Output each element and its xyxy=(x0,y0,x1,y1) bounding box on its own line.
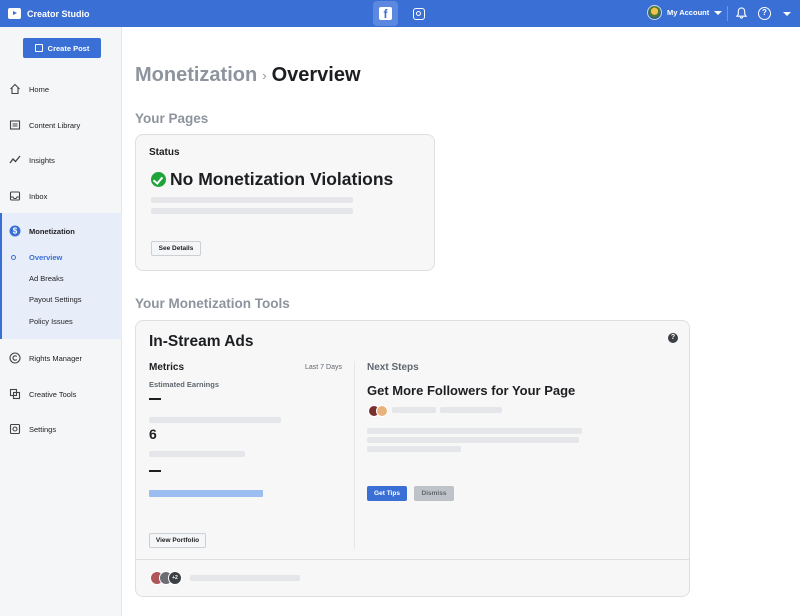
loading-placeholder xyxy=(151,197,353,203)
loading-placeholder xyxy=(440,407,502,413)
active-subitem-indicator xyxy=(11,255,16,260)
see-details-button[interactable]: See Details xyxy=(151,241,201,256)
sidebar-item-settings[interactable]: Settings xyxy=(0,418,122,440)
breadcrumb-parent[interactable]: Monetization xyxy=(135,64,257,87)
metric-count-value: 6 xyxy=(149,426,157,442)
home-icon xyxy=(10,83,20,95)
sidebar-item-label: Home xyxy=(29,84,50,94)
more-pages-badge[interactable]: +2 xyxy=(168,571,182,585)
loading-placeholder xyxy=(367,446,461,452)
help-icon[interactable]: ? xyxy=(668,333,678,343)
status-headline-text: No Monetization Violations xyxy=(170,169,394,189)
svg-text:$: $ xyxy=(13,227,18,236)
earnings-value xyxy=(149,398,161,400)
breadcrumb: Monetization › Overview xyxy=(135,64,361,87)
creative-tools-icon xyxy=(9,388,21,400)
chevron-down-icon[interactable] xyxy=(783,12,791,16)
sidebar-item-label: Content Library xyxy=(29,120,81,130)
column-divider xyxy=(354,361,355,549)
insights-icon xyxy=(9,155,21,164)
chevron-right-icon: › xyxy=(262,68,267,83)
compose-icon xyxy=(34,44,43,52)
app-brand[interactable]: Creator Studio xyxy=(8,8,90,19)
check-circle-icon xyxy=(151,172,166,187)
sidebar-subitem-payout-settings[interactable]: Payout Settings xyxy=(29,295,82,304)
sidebar-subitem-overview[interactable]: Overview xyxy=(29,253,62,262)
sidebar-item-rights-manager[interactable]: Rights Manager xyxy=(0,347,122,369)
card-footer: +2 xyxy=(136,559,690,597)
top-bar: Creator Studio f My Account ? xyxy=(0,0,800,27)
create-post-button[interactable]: Create Post xyxy=(23,38,101,58)
loading-placeholder xyxy=(149,451,245,457)
sidebar-subitem-policy-issues[interactable]: Policy Issues xyxy=(29,317,73,326)
account-menu[interactable]: My Account xyxy=(647,5,723,20)
sidebar-item-label: Insights xyxy=(29,155,55,165)
topbar-divider xyxy=(727,6,728,21)
loading-placeholder xyxy=(367,428,582,434)
status-headline: No Monetization Violations xyxy=(151,169,393,190)
sidebar-item-insights[interactable]: Insights xyxy=(0,149,122,171)
status-card: Status No Monetization Violations See De… xyxy=(135,134,435,271)
metric-secondary-value xyxy=(149,470,161,472)
loading-placeholder xyxy=(367,437,579,443)
monetization-tools-heading: Your Monetization Tools xyxy=(135,296,290,311)
instream-ads-title: In-Stream Ads xyxy=(149,333,254,350)
loading-placeholder xyxy=(151,208,353,214)
get-tips-button[interactable]: Get Tips xyxy=(367,486,407,501)
library-icon xyxy=(9,120,21,130)
sidebar-item-home[interactable]: Home xyxy=(0,78,122,100)
sidebar-item-label: Rights Manager xyxy=(29,353,82,363)
copyright-icon xyxy=(9,352,21,364)
sidebar-item-inbox[interactable]: Inbox xyxy=(0,185,122,207)
sidebar-item-creative-tools[interactable]: Creative Tools xyxy=(0,383,122,405)
sidebar-subitem-ad-breaks[interactable]: Ad Breaks xyxy=(29,274,64,283)
inbox-icon xyxy=(9,191,21,201)
sidebar: Create Post Home Content Library Insight… xyxy=(0,27,122,616)
sidebar-item-monetization[interactable]: $ Monetization xyxy=(0,220,122,242)
help-icon[interactable]: ? xyxy=(758,7,771,20)
follower-avatars xyxy=(368,405,388,417)
avatar xyxy=(647,5,662,20)
dollar-icon: $ xyxy=(9,225,21,237)
sidebar-item-label: Inbox xyxy=(29,191,48,201)
next-steps-label: Next Steps xyxy=(367,362,419,373)
metrics-label: Metrics xyxy=(149,362,185,373)
dismiss-button[interactable]: Dismiss xyxy=(414,486,454,501)
view-portfolio-button[interactable]: View Portfolio xyxy=(149,533,206,548)
instream-ads-card: In-Stream Ads ? Metrics Last 7 Days Esti… xyxy=(135,320,690,597)
platform-switcher: f xyxy=(373,1,439,26)
instagram-tab[interactable] xyxy=(406,1,431,26)
date-range-label: Last 7 Days xyxy=(305,364,342,371)
create-post-label: Create Post xyxy=(47,43,90,53)
status-label: Status xyxy=(149,147,180,158)
settings-icon xyxy=(9,423,21,435)
sidebar-item-content-library[interactable]: Content Library xyxy=(0,114,122,136)
account-label: My Account xyxy=(667,8,710,17)
page-avatars: +2 xyxy=(150,571,182,585)
instagram-icon xyxy=(412,7,425,20)
sidebar-item-label: Settings xyxy=(29,424,57,434)
app-title: Creator Studio xyxy=(27,8,90,19)
your-pages-heading: Your Pages xyxy=(135,111,209,126)
next-step-title: Get More Followers for Your Page xyxy=(367,383,576,398)
bell-icon[interactable] xyxy=(736,7,747,19)
estimated-earnings-label: Estimated Earnings xyxy=(149,380,220,389)
loading-placeholder xyxy=(392,407,436,413)
loading-placeholder xyxy=(190,575,300,581)
sidebar-item-label: Creative Tools xyxy=(29,389,77,399)
loading-placeholder xyxy=(149,417,281,423)
creator-studio-icon xyxy=(8,8,21,19)
sidebar-item-label: Monetization xyxy=(29,226,75,236)
facebook-tab[interactable]: f xyxy=(373,1,398,26)
progress-bar xyxy=(149,490,263,497)
chevron-down-icon xyxy=(714,10,723,15)
facebook-icon: f xyxy=(379,7,392,21)
page-title: Overview xyxy=(271,64,361,86)
avatar xyxy=(376,405,388,417)
